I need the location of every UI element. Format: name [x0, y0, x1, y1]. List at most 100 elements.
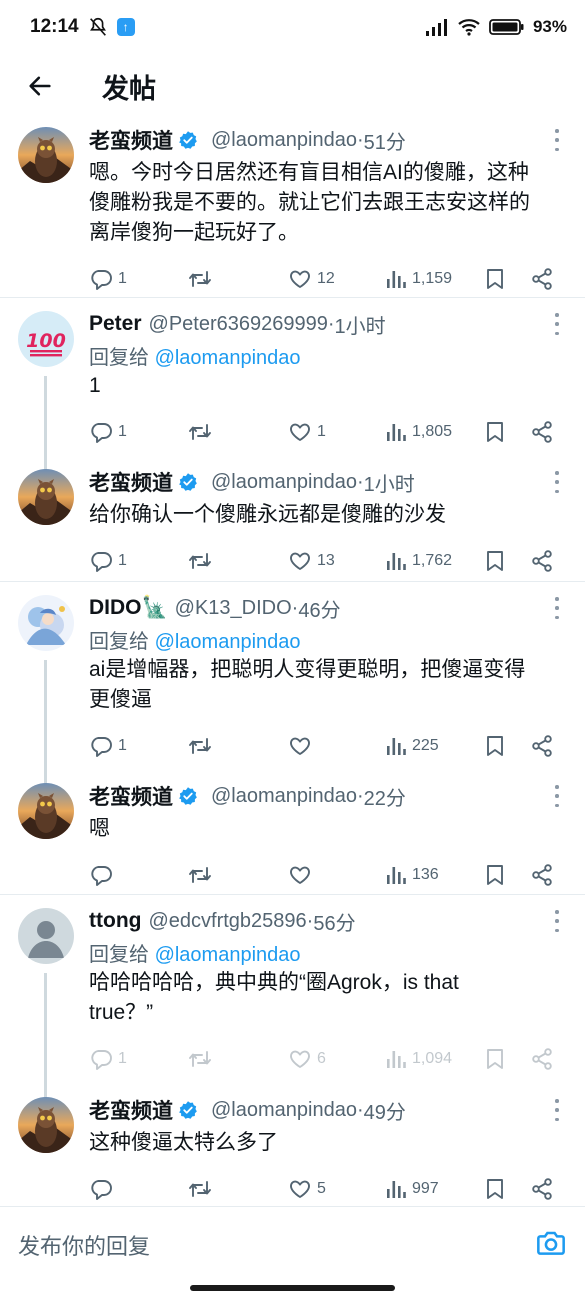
replying-to: 回复给 @laomanpindao — [89, 625, 301, 654]
tweet-text-line: 更傻逼 — [89, 688, 152, 711]
bookmark-button[interactable] — [484, 418, 506, 446]
battery-percent: 93% — [532, 17, 567, 36]
timestamp[interactable]: 1小时 — [364, 468, 415, 497]
timestamp[interactable]: 51分 — [364, 126, 406, 155]
repost-button[interactable] — [187, 265, 218, 293]
more-vertical-icon[interactable] — [551, 785, 563, 807]
like-button[interactable]: 6 — [288, 1045, 326, 1073]
repost-icon — [189, 424, 211, 440]
tweet-actions: 1 6 1,094 — [89, 1045, 569, 1073]
repost-button[interactable] — [187, 1045, 218, 1073]
display-name[interactable]: DIDO🗽 — [89, 596, 168, 620]
reply-target-handle[interactable]: @laomanpindao — [155, 347, 301, 369]
display-name[interactable]: ttong — [89, 909, 141, 933]
display-name[interactable]: Peter — [89, 312, 142, 336]
tweet-text: 哈哈哈哈哈，典中典的“圈Agrok，is that true？” — [89, 968, 559, 1028]
camera-icon[interactable] — [535, 1227, 567, 1259]
share-button[interactable] — [530, 1175, 554, 1203]
share-button[interactable] — [530, 265, 554, 293]
timestamp[interactable]: 56分 — [313, 907, 355, 936]
reply-button[interactable]: 1 — [89, 265, 127, 293]
divider — [0, 894, 585, 895]
avatar[interactable] — [18, 783, 74, 839]
handle[interactable]: @laomanpindao — [211, 785, 357, 808]
avatar[interactable] — [18, 127, 74, 183]
share-button[interactable] — [530, 1045, 554, 1073]
more-vertical-icon[interactable] — [551, 1099, 563, 1121]
like-icon — [290, 423, 310, 441]
back-button[interactable] — [0, 54, 80, 118]
like-button[interactable] — [288, 732, 317, 760]
like-button[interactable]: 13 — [288, 547, 335, 575]
display-name[interactable]: 老蛮频道 — [89, 1095, 173, 1125]
bookmark-button[interactable] — [484, 1175, 506, 1203]
timestamp[interactable]: 49分 — [364, 1096, 406, 1125]
views-button[interactable]: 1,805 — [385, 418, 452, 446]
avatar[interactable] — [18, 908, 74, 964]
repost-icon — [189, 738, 211, 754]
views-button[interactable]: 1,094 — [385, 1045, 452, 1073]
handle[interactable]: @Peter6369269999 — [149, 313, 328, 336]
reply-icon — [91, 423, 112, 443]
reply-input[interactable]: 发布你的回复 — [18, 1229, 150, 1261]
reply-button[interactable]: 1 — [89, 547, 127, 575]
tweet-text-line: 傻雕粉我是不要的。就让它们去跟王志安这样的 — [89, 191, 530, 214]
handle[interactable]: @K13_DIDO — [175, 597, 292, 620]
timestamp[interactable]: 22分 — [364, 782, 406, 811]
repost-button[interactable] — [187, 861, 218, 889]
more-vertical-icon[interactable] — [551, 910, 563, 932]
views-button[interactable]: 997 — [385, 1175, 439, 1203]
repost-button[interactable] — [187, 418, 218, 446]
share-button[interactable] — [530, 732, 554, 760]
share-button[interactable] — [530, 418, 554, 446]
handle[interactable]: @edcvfrtgb25896 — [148, 910, 306, 933]
reply-button[interactable]: 1 — [89, 732, 127, 760]
reply-target-handle[interactable]: @laomanpindao — [155, 631, 301, 653]
arrow-left-icon — [29, 76, 51, 96]
more-vertical-icon[interactable] — [551, 129, 563, 151]
like-button[interactable]: 5 — [288, 1175, 326, 1203]
views-button[interactable]: 225 — [385, 732, 439, 760]
like-button[interactable]: 1 — [288, 418, 326, 446]
repost-button[interactable] — [187, 547, 218, 575]
view-count: 1,762 — [412, 552, 453, 569]
more-vertical-icon[interactable] — [551, 597, 563, 619]
display-name[interactable]: 老蛮频道 — [89, 467, 173, 497]
separator-dot: · — [291, 596, 299, 619]
handle[interactable]: @laomanpindao — [211, 129, 357, 152]
avatar[interactable] — [18, 1097, 74, 1153]
avatar[interactable] — [18, 469, 74, 525]
bookmark-button[interactable] — [484, 265, 506, 293]
repost-button[interactable] — [187, 1175, 218, 1203]
repost-button[interactable] — [187, 732, 218, 760]
timestamp[interactable]: 1小时 — [335, 310, 386, 339]
like-button[interactable]: 12 — [288, 265, 335, 293]
reply-button[interactable]: 1 — [89, 418, 127, 446]
views-button[interactable]: 136 — [385, 861, 439, 889]
share-icon — [532, 421, 552, 443]
avatar[interactable] — [18, 595, 74, 651]
share-button[interactable] — [530, 861, 554, 889]
avatar[interactable]: 100 — [18, 311, 74, 367]
views-icon — [387, 1051, 406, 1068]
display-name[interactable]: 老蛮频道 — [89, 781, 173, 811]
bookmark-button[interactable] — [484, 1045, 506, 1073]
reply-target-handle[interactable]: @laomanpindao — [155, 944, 301, 966]
reply-button[interactable] — [89, 861, 118, 889]
bookmark-button[interactable] — [484, 861, 506, 889]
reply-button[interactable]: 1 — [89, 1045, 127, 1073]
like-button[interactable] — [288, 861, 317, 889]
views-button[interactable]: 1,762 — [385, 547, 452, 575]
handle[interactable]: @laomanpindao — [211, 1099, 357, 1122]
handle[interactable]: @laomanpindao — [211, 471, 357, 494]
display-name[interactable]: 老蛮频道 — [89, 125, 173, 155]
timestamp[interactable]: 46分 — [298, 594, 340, 623]
page-title: 发帖 — [102, 73, 156, 104]
bookmark-button[interactable] — [484, 732, 506, 760]
views-button[interactable]: 1,159 — [385, 265, 452, 293]
more-vertical-icon[interactable] — [551, 313, 563, 335]
reply-button[interactable] — [89, 1175, 118, 1203]
share-button[interactable] — [530, 547, 554, 575]
bookmark-button[interactable] — [484, 547, 506, 575]
more-vertical-icon[interactable] — [551, 471, 563, 493]
